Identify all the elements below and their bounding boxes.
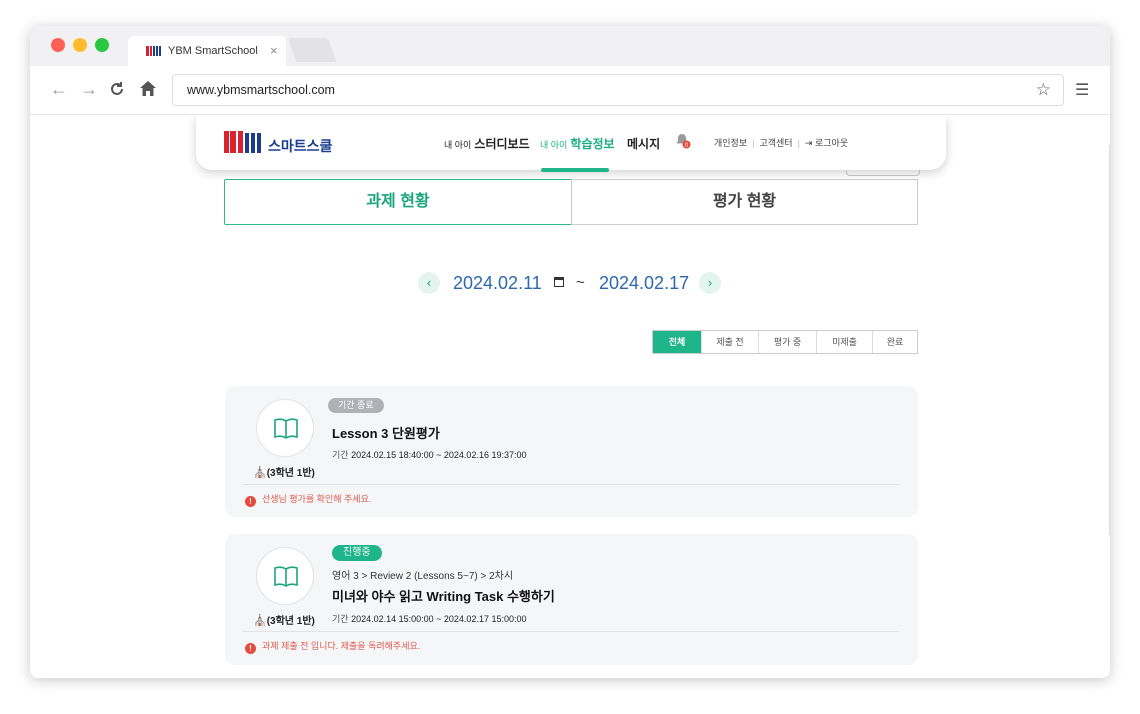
home-icon[interactable] (139, 80, 157, 97)
crumb-course: 영어 3 (332, 571, 359, 582)
back-arrow-icon[interactable]: ← (50, 79, 68, 99)
school-icon: ⛪ (253, 467, 267, 479)
filter-evaluating[interactable]: 평가 중 (758, 331, 816, 353)
crumb-lesson: 2차시 (489, 571, 514, 582)
prev-week-button[interactable]: ‹ (418, 272, 440, 294)
period-label: 기간 (332, 450, 349, 460)
status-badge: 진행중 (332, 545, 382, 561)
class-name: (3학년 1반) (266, 468, 315, 479)
logout-link[interactable]: 로그아웃 (815, 138, 848, 148)
forward-arrow-icon[interactable]: → (80, 79, 98, 99)
brand-text: 스마트스쿨 (268, 138, 333, 154)
tab-title: YBM SmartSchool (168, 45, 258, 57)
alert-icon: ! (245, 643, 256, 654)
browser-tabbar: YBM SmartSchool × (30, 26, 1110, 66)
status-filter-group: 전체 제출 전 평가 중 미제출 완료 (652, 330, 918, 354)
address-bar[interactable]: www.ybmsmartschool.com ☆ (172, 74, 1064, 106)
date-separator: ~ (576, 274, 585, 291)
site-header: 스마트스쿨 내 아이 스터디보드 내 아이 학습정보 메시지 0 개인정보 | 고객… (196, 115, 946, 172)
class-name: (3학년 1반) (266, 616, 315, 627)
alert-icon: ! (245, 496, 256, 507)
logout-icon[interactable]: ⇥ (805, 138, 813, 148)
ybm-logo-icon (224, 131, 261, 153)
url-text[interactable]: www.ybmsmartschool.com (187, 83, 335, 97)
calendar-icon[interactable] (554, 277, 564, 287)
notification-bell-icon[interactable]: 0 (675, 133, 691, 149)
class-label: ⛪(3학년 1반) (253, 612, 315, 627)
status-badge: 기간 종료 (328, 398, 384, 413)
crumb-unit: Review 2 (Lessons 5~7) (370, 571, 478, 582)
filter-completed[interactable]: 완료 (872, 331, 917, 353)
assignment-card[interactable]: ⛪(3학년 1반) 기간 종료 Lesson 3 단원평가 기간 2024.02… (225, 386, 918, 517)
period-value: 2024.02.14 15:00:00 ~ 2024.02.17 15:00:0… (351, 614, 527, 624)
nav-prefix: 내 아이 (444, 140, 472, 150)
reload-icon[interactable] (109, 81, 125, 97)
assignment-icon-wrap (256, 399, 314, 457)
nav-label: 메시지 (627, 137, 661, 151)
warning-text: 과제 제출 전 입니다. 제출을 독려해주세요. (262, 641, 421, 651)
card-warning: ! 선생님 평가를 확인해 주세요. (245, 492, 371, 507)
assignment-icon-wrap (256, 547, 314, 605)
browser-toolbar: ← → www.ybmsmartschool.com ☆ ☰ (30, 66, 1110, 115)
open-book-icon (274, 418, 298, 439)
school-icon: ⛪ (253, 615, 267, 627)
tab-evaluation[interactable]: 평가 현황 (571, 179, 918, 225)
assignment-card[interactable]: ⛪(3학년 1반) 진행중 영어 3 > Review 2 (Lessons 5… (225, 534, 918, 665)
assignment-period: 기간 2024.02.15 18:40:00 ~ 2024.02.16 19:3… (332, 448, 527, 461)
next-week-button[interactable]: › (699, 272, 721, 294)
scroll-edge (1109, 145, 1110, 535)
status-tabs: 과제 현황 평가 현황 (224, 179, 918, 225)
profile-link[interactable]: 개인정보 (714, 138, 747, 148)
tab-close-icon[interactable]: × (270, 43, 278, 58)
browser-window: YBM SmartSchool × ← → www.ybmsmartschool… (30, 26, 1110, 678)
open-book-icon (274, 566, 298, 587)
filter-not-submitted[interactable]: 미제출 (816, 331, 872, 353)
bookmark-star-icon[interactable]: ☆ (1036, 80, 1051, 100)
close-window-button[interactable] (51, 38, 65, 52)
start-date[interactable]: 2024.02.11 (453, 273, 542, 294)
filter-before-submit[interactable]: 제출 전 (701, 331, 758, 353)
filter-all[interactable]: 전체 (653, 331, 701, 353)
tab-assignments[interactable]: 과제 현황 (224, 179, 572, 225)
browser-menu-icon[interactable]: ☰ (1075, 80, 1089, 100)
util-links: 개인정보 | 고객센터 | ⇥ 로그아웃 (714, 138, 849, 148)
card-divider (243, 484, 899, 485)
period-label: 기간 (332, 614, 349, 624)
support-link[interactable]: 고객센터 (759, 138, 792, 148)
page-content: 스마트스쿨 내 아이 스터디보드 내 아이 학습정보 메시지 0 개인정보 | 고객… (30, 115, 1110, 678)
browser-tab-active[interactable]: YBM SmartSchool × (128, 36, 286, 66)
nav-prefix: 내 아이 (540, 140, 568, 150)
assignment-title[interactable]: Lesson 3 단원평가 (332, 423, 440, 442)
ybm-favicon-icon (146, 46, 161, 56)
minimize-window-button[interactable] (73, 38, 87, 52)
end-date[interactable]: 2024.02.17 (599, 273, 689, 294)
assignment-title[interactable]: 미녀와 야수 읽고 Writing Task 수행하기 (332, 586, 555, 605)
new-tab-button[interactable] (287, 38, 337, 62)
nav-messages[interactable]: 메시지 (627, 135, 660, 152)
course-breadcrumb: 영어 3 > Review 2 (Lessons 5~7) > 2차시 (332, 571, 514, 582)
nav-label: 스터디보드 (474, 137, 530, 151)
nav-learning-info[interactable]: 내 아이 학습정보 (540, 135, 615, 152)
warning-text: 선생님 평가를 확인해 주세요. (262, 494, 372, 504)
card-divider (243, 631, 899, 632)
class-label: ⛪(3학년 1반) (253, 464, 315, 479)
card-warning: ! 과제 제출 전 입니다. 제출을 독려해주세요. (245, 639, 420, 654)
nav-label: 학습정보 (570, 137, 615, 151)
assignment-period: 기간 2024.02.14 15:00:00 ~ 2024.02.17 15:0… (332, 612, 527, 625)
maximize-window-button[interactable] (95, 38, 109, 52)
nav-study-board[interactable]: 내 아이 스터디보드 (444, 135, 530, 152)
nav-active-indicator (541, 168, 609, 172)
period-value: 2024.02.15 18:40:00 ~ 2024.02.16 19:37:0… (351, 450, 527, 460)
